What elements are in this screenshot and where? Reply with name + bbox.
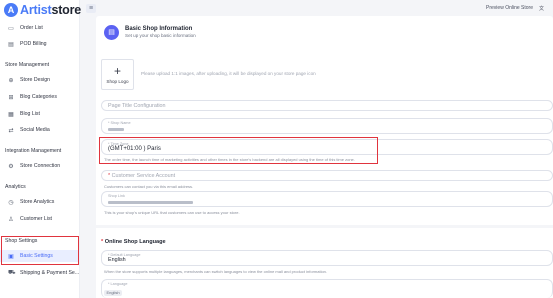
billing-icon: ▤ (8, 41, 14, 48)
customer-service-placeholder: * Customer Service Account (108, 173, 175, 179)
page-title-placeholder: Page Title Configuration (108, 103, 166, 109)
analytics-icon: ◷ (8, 199, 14, 206)
sidebar-item-store-analytics[interactable]: ◷ Store Analytics (0, 196, 80, 208)
preview-online-store-link[interactable]: Preview Online Store (486, 5, 533, 12)
highlight-box-time-zone (99, 137, 378, 164)
brand-name-b: store (51, 3, 82, 17)
translate-icon[interactable]: 文 (539, 5, 544, 12)
sidebar-item-order-list[interactable]: ▭ Order List (0, 22, 80, 34)
sidebar-item-social-media[interactable]: ⇄ Social Media (0, 124, 80, 136)
shop-link-field[interactable]: Shop Link (101, 191, 553, 207)
customer-icon: ♙ (8, 216, 14, 223)
shop-name-field[interactable]: * Shop Name (101, 118, 553, 134)
section-title-integration: Integration Management (5, 148, 62, 154)
shop-link-help: This is your shop's unique URL that cust… (104, 210, 240, 215)
plus-icon: + (113, 63, 121, 78)
sidebar-item-blog-list[interactable]: ▦ Blog List (0, 108, 80, 120)
default-language-help: When the store supports multiple languag… (104, 269, 328, 274)
shop-logo-upload[interactable]: + Shop Logo (101, 59, 134, 90)
brand-logo[interactable]: A Artiststore (4, 2, 81, 18)
sidebar-item-label: Store Analytics (20, 199, 55, 205)
language-section-title-text: Online Shop Language (104, 239, 166, 245)
top-bar-actions: Preview Online Store 文 (486, 5, 544, 12)
sidebar-item-label: Shipping & Payment Se... (20, 270, 80, 276)
design-icon: ⊕ (8, 77, 14, 84)
required-marker: * (108, 173, 111, 179)
shop-name-value-redacted (108, 128, 124, 131)
language-label: * Language (108, 282, 128, 286)
truck-icon: ⛟ (8, 270, 16, 276)
shop-info-icon: ▤ (104, 25, 119, 40)
brand-name-a: Artist (20, 3, 52, 17)
gear-icon: ⚙ (8, 163, 14, 170)
sidebar-item-store-design[interactable]: ⊕ Store Design (0, 74, 80, 86)
sidebar-item-label: Customer List (20, 216, 52, 222)
brand-mark-icon: A (4, 3, 18, 17)
upload-hint: Please upload 1:1 images, after uploadin… (141, 71, 316, 76)
blog-icon: ▦ (8, 111, 14, 118)
highlight-box-sidebar (1, 236, 79, 265)
sidebar-item-store-connection[interactable]: ⚙ Store Connection (0, 160, 80, 172)
shop-logo-label: Shop Logo (106, 78, 129, 84)
language-chip[interactable]: English (104, 290, 122, 296)
sidebar-item-pod-billing[interactable]: ▤ POD Billing (0, 38, 80, 50)
sidebar-item-label: Store Connection (20, 163, 61, 169)
required-marker: * (101, 239, 104, 245)
section-title-analytics: Analytics (5, 184, 26, 190)
sidebar-item-shipping-payment[interactable]: ⛟ Shipping & Payment Se... (0, 267, 80, 279)
sidebar-item-label: POD Billing (20, 41, 47, 47)
customer-service-help: Customers can contact you via this email… (104, 184, 194, 189)
page-title: Basic Shop Information (125, 26, 193, 32)
brand-name: Artiststore (20, 3, 81, 17)
default-language-field[interactable]: * Default Language English (101, 250, 553, 266)
page-subtitle: Set up your shop basic information (125, 33, 196, 38)
list-icon: ▭ (8, 25, 14, 32)
shop-link-label: Shop Link (108, 194, 125, 198)
customer-service-field[interactable]: * Customer Service Account (101, 170, 553, 181)
language-field[interactable]: * Language (101, 279, 553, 298)
shop-name-label: * Shop Name (108, 121, 131, 125)
page-title-config-field[interactable]: Page Title Configuration (101, 100, 553, 111)
language-section-title: * Online Shop Language (101, 239, 166, 245)
sidebar-item-blog-categories[interactable]: ⊞ Blog Categories (0, 91, 80, 103)
default-language-value: English (108, 257, 126, 263)
sidebar-item-label: Blog Categories (20, 94, 57, 100)
customer-service-text: Customer Service Account (111, 173, 176, 179)
sidebar-item-label: Blog List (20, 111, 40, 117)
sidebar-item-label: Store Design (20, 77, 50, 83)
collapse-sidebar-icon[interactable]: ≡ (86, 4, 96, 13)
sidebar-item-label: Social Media (20, 127, 50, 133)
share-icon: ⇄ (8, 127, 14, 134)
sidebar-item-label: Order List (20, 25, 43, 31)
grid-icon: ⊞ (8, 94, 14, 101)
sidebar-item-customer-list[interactable]: ♙ Customer List (0, 213, 80, 225)
section-title-store-management: Store Management (5, 62, 50, 68)
shop-link-value-redacted (108, 201, 193, 204)
